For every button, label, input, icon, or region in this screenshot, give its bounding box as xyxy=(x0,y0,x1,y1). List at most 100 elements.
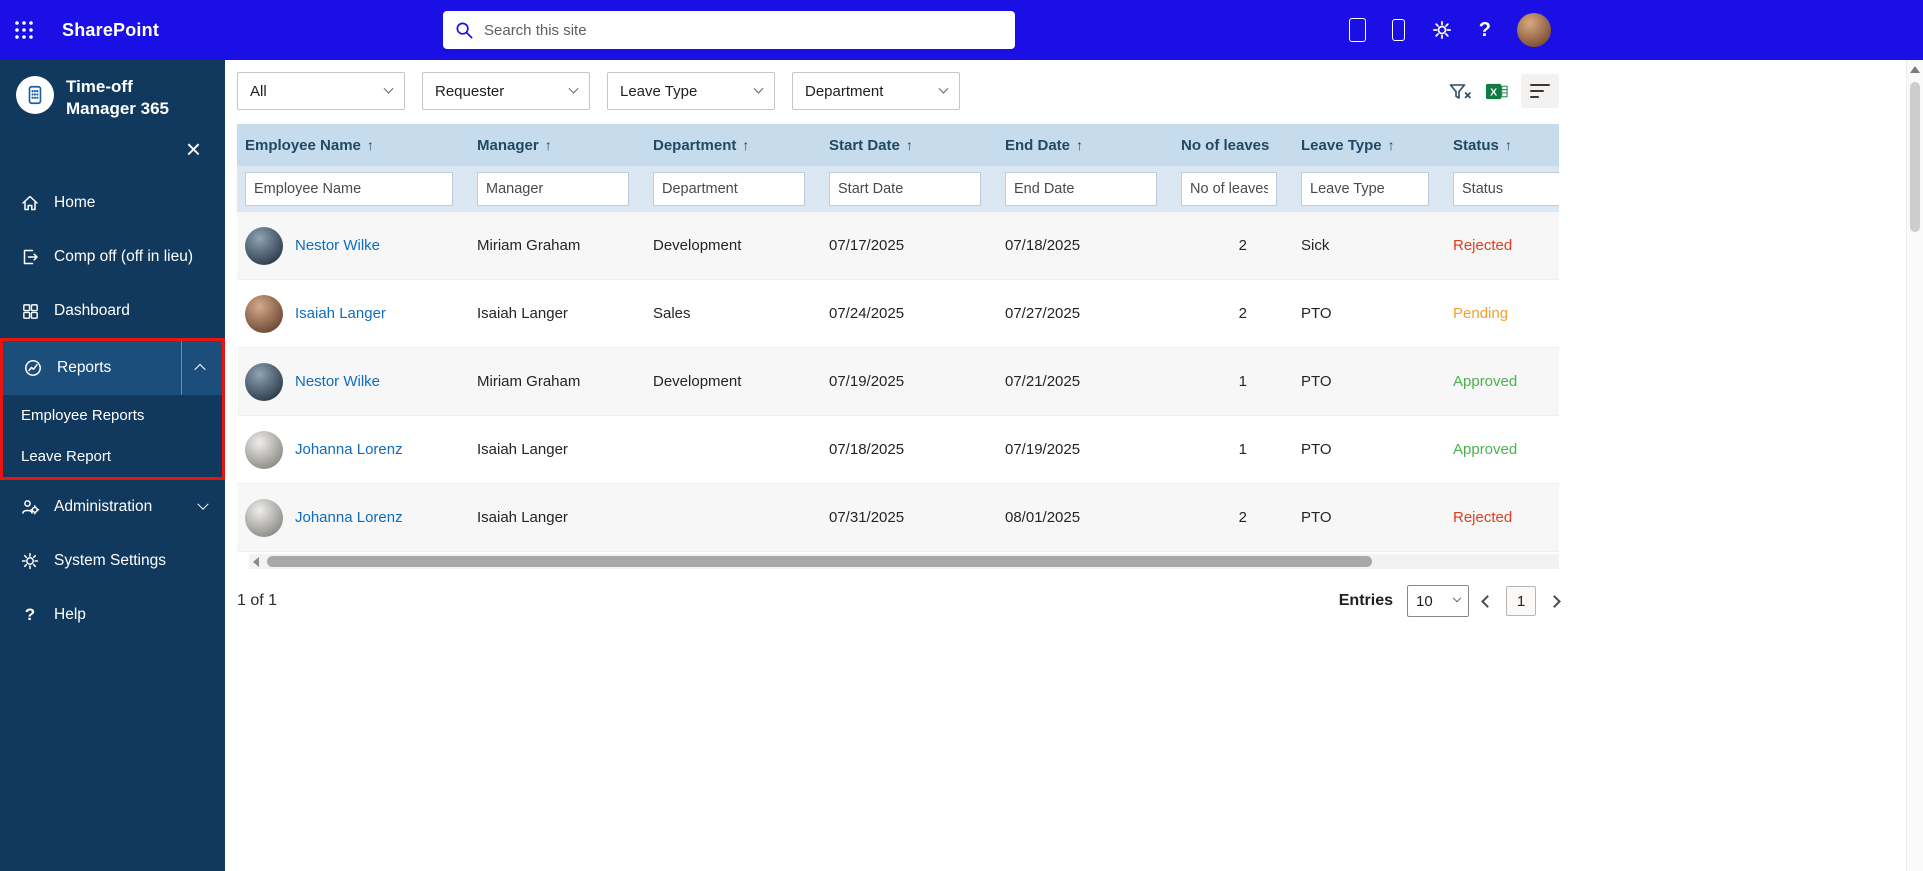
cell-department: Development xyxy=(645,373,821,390)
scroll-up-icon[interactable] xyxy=(1910,66,1920,73)
suite-icons: ? xyxy=(1349,0,1551,60)
employee-name-link[interactable]: Isaiah Langer xyxy=(295,305,386,322)
cell-no-of-leaves: 2 xyxy=(1173,237,1293,254)
cell-department: Sales xyxy=(645,305,821,322)
search-input[interactable] xyxy=(484,22,1003,39)
view-options-button[interactable] xyxy=(1521,74,1559,108)
filter-input-department[interactable] xyxy=(653,172,805,206)
cell-department: Development xyxy=(645,237,821,254)
cell-no-of-leaves: 1 xyxy=(1173,373,1293,390)
cell-end-date: 07/21/2025 xyxy=(997,373,1173,390)
employee-name-link[interactable]: Nestor Wilke xyxy=(295,373,380,390)
sidebar-item-label: Dashboard xyxy=(54,302,130,320)
sort-arrow-icon: ↑ xyxy=(1076,137,1083,153)
previous-page-button[interactable] xyxy=(1481,595,1494,608)
column-header-manager[interactable]: Manager ↑ xyxy=(469,137,645,154)
column-header-employee-name[interactable]: Employee Name ↑ xyxy=(237,137,469,154)
employee-name-link[interactable]: Johanna Lorenz xyxy=(295,441,403,458)
next-page-button[interactable] xyxy=(1548,595,1561,608)
column-header-leave-type[interactable]: Leave Type ↑ xyxy=(1293,137,1445,154)
mobile-view-icon[interactable] xyxy=(1392,19,1405,41)
column-header-no-of-leaves[interactable]: No of leaves xyxy=(1173,137,1293,154)
cell-start-date: 07/19/2025 xyxy=(821,373,997,390)
clear-filter-button[interactable] xyxy=(1448,81,1472,102)
search-icon xyxy=(455,21,474,40)
employee-name-link[interactable]: Johanna Lorenz xyxy=(295,509,403,526)
column-header-end-date[interactable]: End Date ↑ xyxy=(997,137,1173,154)
administration-expand-toggle[interactable] xyxy=(185,480,225,534)
cell-leave-type: PTO xyxy=(1293,441,1445,458)
column-header-start-date[interactable]: Start Date ↑ xyxy=(821,137,997,154)
sidebar-item-reports[interactable]: Reports xyxy=(3,341,222,395)
user-avatar[interactable] xyxy=(1517,13,1551,47)
vertical-scroll-thumb[interactable] xyxy=(1910,82,1920,232)
tablet-view-icon[interactable] xyxy=(1349,18,1366,42)
cell-employee-name: Nestor Wilke xyxy=(237,363,469,401)
requester-filter-dropdown[interactable]: Requester xyxy=(422,72,590,110)
sidebar-nav: Home Comp off (off in lieu) Dashboa xyxy=(0,176,225,642)
svg-text:X: X xyxy=(1490,86,1497,98)
reports-annotation-box: Reports Employee Reports Leave Report xyxy=(0,338,225,480)
reports-collapse-toggle[interactable] xyxy=(181,341,222,395)
page-number-button[interactable]: 1 xyxy=(1506,586,1536,616)
view-filter-dropdown[interactable]: All xyxy=(237,72,405,110)
table-row[interactable]: Johanna Lorenz Isaiah Langer 07/31/2025 … xyxy=(237,484,1559,552)
sidebar-item-label: System Settings xyxy=(54,552,166,570)
leave-type-filter-dropdown[interactable]: Leave Type xyxy=(607,72,775,110)
chevron-up-icon xyxy=(194,364,205,375)
table-row[interactable]: Nestor Wilke Miriam Graham Development 0… xyxy=(237,212,1559,280)
department-filter-dropdown[interactable]: Department xyxy=(792,72,960,110)
cell-manager: Isaiah Langer xyxy=(469,441,645,458)
filter-input-end-date[interactable] xyxy=(1005,172,1157,206)
column-header-status[interactable]: Status ↑ xyxy=(1445,137,1557,154)
vertical-scrollbar[interactable] xyxy=(1906,60,1923,871)
sidebar-item-employee-reports[interactable]: Employee Reports xyxy=(3,395,222,436)
sidebar-item-home[interactable]: Home xyxy=(0,176,225,230)
sidebar-item-help[interactable]: ? Help xyxy=(0,588,225,642)
employee-name-link[interactable]: Nestor Wilke xyxy=(295,237,380,254)
filter-input-no-of-leaves[interactable] xyxy=(1181,172,1277,206)
scroll-left-icon[interactable] xyxy=(253,557,259,567)
sort-arrow-icon: ↑ xyxy=(1505,137,1512,153)
sidebar-item-system-settings[interactable]: System Settings xyxy=(0,534,225,588)
horizontal-scroll-thumb[interactable] xyxy=(267,556,1372,567)
sidebar-item-dashboard[interactable]: Dashboard xyxy=(0,284,225,338)
filter-input-leave-type[interactable] xyxy=(1301,172,1429,206)
sidebar-item-comp-off[interactable]: Comp off (off in lieu) xyxy=(0,230,225,284)
filter-input-start-date[interactable] xyxy=(829,172,981,206)
cell-employee-name: Isaiah Langer xyxy=(237,295,469,333)
help-icon[interactable]: ? xyxy=(1479,19,1491,42)
cell-status: Rejected xyxy=(1445,237,1557,254)
close-icon[interactable]: × xyxy=(186,136,201,162)
sidebar-item-administration[interactable]: Administration xyxy=(0,480,225,534)
entries-per-page-dropdown[interactable]: 10 xyxy=(1407,585,1469,617)
cell-end-date: 08/01/2025 xyxy=(997,509,1173,526)
employee-avatar xyxy=(245,227,283,265)
admin-people-icon xyxy=(20,497,40,517)
employee-avatar xyxy=(245,363,283,401)
sort-arrow-icon: ↑ xyxy=(545,137,552,153)
cell-end-date: 07/18/2025 xyxy=(997,237,1173,254)
table-row[interactable]: Johanna Lorenz Isaiah Langer 07/18/2025 … xyxy=(237,416,1559,484)
page-info: 1 of 1 xyxy=(237,592,277,610)
export-excel-button[interactable]: X xyxy=(1485,81,1508,102)
filter-input-status[interactable] xyxy=(1453,172,1559,206)
column-header-department[interactable]: Department ↑ xyxy=(645,137,821,154)
horizontal-scrollbar[interactable] xyxy=(249,554,1559,569)
filter-input-employee-name[interactable] xyxy=(245,172,453,206)
table-row[interactable]: Nestor Wilke Miriam Graham Development 0… xyxy=(237,348,1559,416)
filter-input-manager[interactable] xyxy=(477,172,629,206)
sharepoint-topbar: SharePoint ? xyxy=(0,0,1923,60)
app-launcher-button[interactable] xyxy=(0,0,48,60)
cell-status: Rejected xyxy=(1445,509,1557,526)
sharepoint-brand[interactable]: SharePoint xyxy=(62,20,159,41)
table-row[interactable]: Isaiah Langer Isaiah Langer Sales 07/24/… xyxy=(237,280,1559,348)
settings-gear-icon[interactable] xyxy=(1431,19,1453,41)
chevron-down-icon xyxy=(1453,594,1461,602)
sidebar-item-leave-report[interactable]: Leave Report xyxy=(3,436,222,477)
site-search[interactable] xyxy=(443,11,1015,49)
column-label: Manager xyxy=(477,137,539,154)
cell-no-of-leaves: 1 xyxy=(1173,441,1293,458)
main-content: All Requester Leave Type Department xyxy=(225,60,1923,871)
filter-clear-icon xyxy=(1448,81,1472,102)
